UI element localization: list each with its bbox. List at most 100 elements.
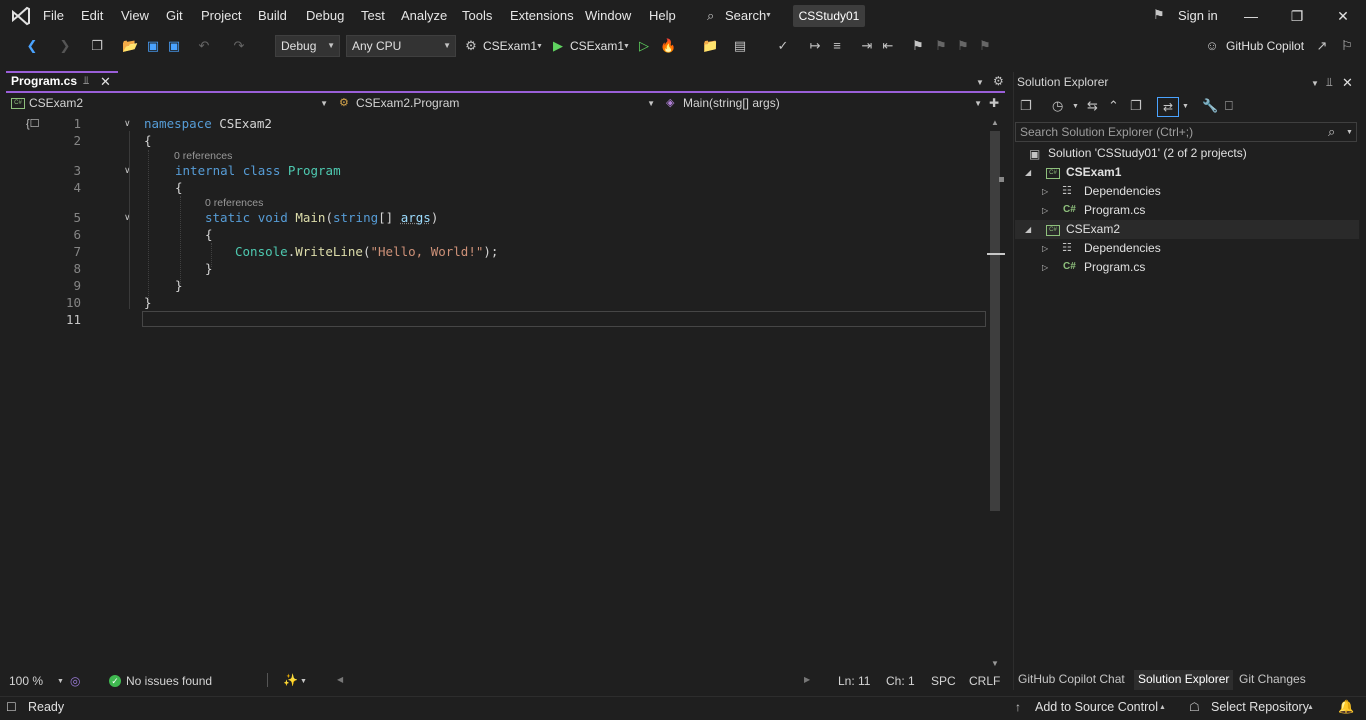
split-editor-icon[interactable]: ✚ (989, 96, 999, 110)
issues-status[interactable]: No issues found (126, 674, 212, 688)
search-button[interactable]: Search (725, 8, 766, 23)
tree-dependencies[interactable]: Dependencies (1084, 239, 1161, 258)
codelens-references[interactable]: 0 references (174, 150, 232, 162)
menu-help[interactable]: Help (649, 8, 676, 23)
whitespace-indicator[interactable]: SPC (931, 674, 956, 688)
outdent-icon[interactable]: ⇤ (880, 38, 896, 54)
open-folder-icon[interactable]: 📂 (122, 38, 138, 54)
preview-icon[interactable]: ⎕ (1225, 98, 1233, 114)
menu-tools[interactable]: Tools (462, 8, 492, 23)
indent-icon[interactable]: ⇥ (859, 38, 875, 54)
bookmark-icon[interactable]: ⚑ (910, 38, 926, 54)
tab-overflow-icon[interactable]: ▼ (976, 78, 984, 87)
sign-in-button[interactable]: Sign in (1178, 8, 1218, 23)
notifications-bell-icon[interactable]: 🔔 (1338, 699, 1354, 715)
configuration-select[interactable]: Debug ▼ (275, 35, 340, 57)
pin-icon[interactable]: ⫫ (1326, 75, 1333, 90)
vs-logo-icon[interactable] (10, 5, 32, 27)
prev-bookmark-icon[interactable]: ⚑ (933, 38, 949, 54)
collapse-all-icon[interactable]: ⌃ (1108, 98, 1119, 114)
code-cleanup-icon[interactable]: ✨ (283, 673, 298, 687)
minimize-button[interactable]: — (1231, 4, 1271, 28)
menu-view[interactable]: View (121, 8, 149, 23)
clear-bookmarks-icon[interactable]: ⚑ (977, 38, 993, 54)
menu-debug[interactable]: Debug (306, 8, 344, 23)
scroll-right-icon[interactable]: ▶ (804, 675, 810, 684)
close-tab-icon[interactable]: ✕ (100, 74, 111, 90)
feedback-icon[interactable]: ⚐ (1339, 38, 1355, 54)
menu-analyze[interactable]: Analyze (401, 8, 447, 23)
tab-solution-explorer[interactable]: Solution Explorer (1134, 670, 1234, 690)
pin-icon[interactable]: ⫫ (83, 75, 89, 88)
gear-icon[interactable]: ⚙ (993, 74, 1004, 88)
pending-changes-icon[interactable]: ◷ (1052, 98, 1063, 114)
undo-icon[interactable]: ↶ (196, 38, 212, 54)
copilot-status-icon[interactable]: ◎ (70, 674, 80, 688)
share-icon[interactable]: ↗ (1314, 38, 1330, 54)
member-nav-select[interactable]: ◈ Main(string[] args) ▼ (661, 94, 986, 113)
menu-build[interactable]: Build (258, 8, 287, 23)
tree-dependencies[interactable]: Dependencies (1084, 182, 1161, 201)
new-project-icon[interactable]: ❐ (89, 38, 105, 54)
next-bookmark-icon[interactable]: ⚑ (955, 38, 971, 54)
expanded-arrow-icon[interactable]: ◢ (1025, 225, 1031, 234)
column-indicator[interactable]: Ch: 1 (886, 674, 915, 688)
back-icon[interactable]: ❮ (24, 38, 40, 54)
tree-project-cexam1[interactable]: CSExam1 (1066, 163, 1121, 182)
tab-github-copilot-chat[interactable]: GitHub Copilot Chat (1014, 670, 1129, 690)
type-nav-select[interactable]: ⚙ CSExam2.Program ▼ (334, 94, 659, 113)
select-repository-button[interactable]: Select Repository (1211, 700, 1309, 714)
solution-folder-icon[interactable]: 📁 (702, 38, 718, 54)
expanded-arrow-icon[interactable]: ◢ (1025, 168, 1031, 177)
maximize-button[interactable]: ❐ (1277, 4, 1317, 28)
scroll-down-icon[interactable]: ▼ (991, 659, 999, 668)
sync-icon[interactable]: ⇆ (1087, 98, 1098, 114)
tracking-icon[interactable]: ⇄ (1157, 97, 1179, 117)
tree-program-cs[interactable]: Program.cs (1084, 201, 1145, 220)
start-without-debugging-icon[interactable]: ▷ (636, 38, 652, 54)
save-all-icon[interactable]: ▣ (166, 38, 182, 54)
tree-solution-node[interactable]: Solution 'CSStudy01' (2 of 2 projects) (1048, 144, 1247, 163)
properties-wrench-icon[interactable]: 🔧 (1202, 98, 1218, 114)
window-position-icon[interactable]: ▼ (1311, 79, 1319, 88)
tree-project-csexam2[interactable]: CSExam2 (1066, 220, 1120, 239)
startup-project-select[interactable]: CSExam1 (483, 39, 537, 53)
scroll-up-icon[interactable]: ▲ (991, 118, 999, 127)
menu-test[interactable]: Test (361, 8, 385, 23)
start-debugging-icon[interactable]: ▶ (550, 38, 566, 54)
zoom-select[interactable]: 100 % (9, 674, 43, 688)
menu-window[interactable]: Window (585, 8, 631, 23)
add-to-source-control-button[interactable]: Add to Source Control (1035, 700, 1158, 714)
tab-git-changes[interactable]: Git Changes (1235, 670, 1310, 690)
menu-project[interactable]: Project (201, 8, 241, 23)
code-editor[interactable] (6, 114, 986, 671)
platform-select[interactable]: Any CPU ▼ (346, 35, 456, 57)
step-icon[interactable]: ↦ (807, 38, 823, 54)
line-ending-indicator[interactable]: CRLF (969, 674, 1000, 688)
collapsed-arrow-icon[interactable]: ▷ (1042, 263, 1048, 272)
menu-file[interactable]: File (43, 8, 64, 23)
collapsed-arrow-icon[interactable]: ▷ (1042, 206, 1048, 215)
close-panel-icon[interactable]: ✕ (1342, 75, 1353, 91)
close-window-button[interactable]: ✕ (1323, 4, 1363, 28)
fold-toggle-icon[interactable]: ∨ (124, 118, 134, 129)
output-window-icon[interactable]: ☐ (6, 700, 17, 714)
save-icon[interactable]: ▣ (145, 38, 161, 54)
menu-git[interactable]: Git (166, 8, 183, 23)
project-nav-select[interactable]: C# CSExam2 ▼ (7, 94, 332, 113)
hot-reload-icon[interactable]: 🔥 (660, 38, 676, 54)
github-copilot-button[interactable]: GitHub Copilot (1226, 39, 1304, 53)
collapsed-arrow-icon[interactable]: ▷ (1042, 187, 1048, 196)
line-indicator[interactable]: Ln: 11 (838, 674, 870, 688)
menu-extensions[interactable]: Extensions (510, 8, 574, 23)
diagnostics-icon[interactable]: ≡ (829, 38, 845, 54)
show-all-files-icon[interactable]: ❐ (1130, 98, 1142, 114)
menu-edit[interactable]: Edit (81, 8, 103, 23)
tree-program-cs[interactable]: Program.cs (1084, 258, 1145, 277)
forward-icon[interactable]: ❯ (57, 38, 73, 54)
run-target-button[interactable]: CSExam1 (570, 39, 624, 53)
redo-icon[interactable]: ↷ (231, 38, 247, 54)
switch-views-icon[interactable]: ❐ (1020, 98, 1032, 114)
codelens-references[interactable]: 0 references (205, 197, 263, 209)
scrollbar-thumb[interactable] (990, 131, 1000, 511)
